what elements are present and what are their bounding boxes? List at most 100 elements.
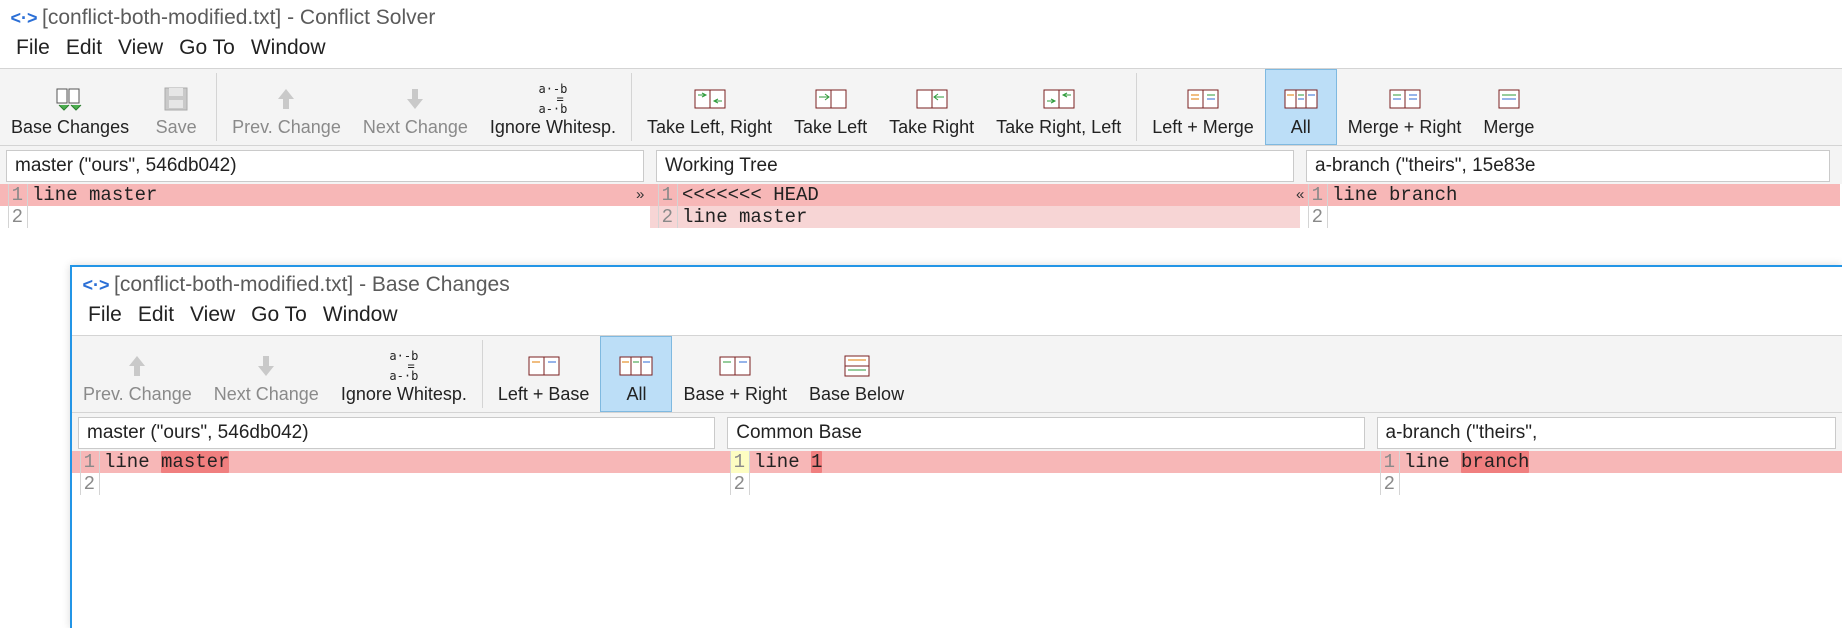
code-line[interactable]: line 1: [750, 451, 1372, 473]
menu-file[interactable]: File: [8, 34, 58, 62]
code-line[interactable]: line branch: [1328, 184, 1840, 206]
ignore-whitespace-button[interactable]: a·-b = a-·b Ignore Whitesp.: [479, 69, 627, 145]
base-below-icon: [844, 352, 870, 380]
code-line[interactable]: [1400, 473, 1842, 495]
take-right-left-icon: [1043, 85, 1075, 113]
base-right-icon: [719, 352, 751, 380]
save-button[interactable]: Save: [140, 69, 212, 145]
left-merge-button[interactable]: Left + Merge: [1141, 69, 1265, 145]
code-line[interactable]: <<<<<<< HEAD: [678, 184, 1300, 206]
base-changes-button[interactable]: Base Changes: [0, 69, 140, 145]
menu-goto[interactable]: Go To: [171, 34, 243, 62]
left-base-icon: [528, 352, 560, 380]
next-change-button[interactable]: Next Change: [352, 69, 479, 145]
toolbar: Base Changes Save Prev. Change N: [0, 68, 1842, 146]
take-right-arrow-icon[interactable]: »: [636, 186, 641, 203]
take-left-right-button[interactable]: Take Left, Right: [636, 69, 783, 145]
merge-right-icon: [1389, 85, 1421, 113]
pane-header-center[interactable]: Working Tree: [656, 150, 1294, 182]
merge-right-button[interactable]: Merge + Right: [1337, 69, 1473, 145]
line-number: 2: [1380, 473, 1400, 495]
editor-pane-right[interactable]: 1 line branch 2: [1300, 184, 1840, 228]
arrow-up-icon: [276, 85, 296, 113]
ignore-whitespace-icon: a·-b = a-·b: [389, 352, 418, 380]
base-changes-window: <·> [conflict-both-modified.txt] - Base …: [70, 265, 1842, 628]
code-line[interactable]: [1328, 206, 1840, 228]
line-number: 2: [1308, 206, 1328, 228]
diff-word: branch: [1461, 451, 1529, 473]
editor-row: 1 line master 2 » 1 <<<<<<< HEAD 2 line …: [0, 184, 1842, 232]
save-icon: [163, 85, 189, 113]
take-right-icon: [916, 85, 948, 113]
base-below-button[interactable]: Base Below: [798, 336, 915, 412]
prev-change-button[interactable]: Prev. Change: [221, 69, 352, 145]
toolbar: Prev. Change Next Change a·-b = a-·b Ign…: [72, 335, 1842, 413]
all-icon: [619, 352, 653, 380]
code-line[interactable]: line master: [28, 184, 650, 206]
pane-header-left[interactable]: master ("ours", 546db042): [6, 150, 644, 182]
arrow-down-icon: [256, 352, 276, 380]
menu-window[interactable]: Window: [315, 301, 406, 329]
menu-view[interactable]: View: [110, 34, 171, 62]
menu-edit[interactable]: Edit: [130, 301, 182, 329]
line-number: 1: [658, 184, 678, 206]
pane-headers: master ("ours", 546db042) Common Base a-…: [72, 413, 1842, 451]
menu-goto[interactable]: Go To: [243, 301, 315, 329]
all-icon: [1284, 85, 1318, 113]
merge-icon: [1498, 85, 1520, 113]
base-right-button[interactable]: Base + Right: [672, 336, 798, 412]
editor-pane-center[interactable]: 1 line 1 2: [722, 451, 1372, 495]
line-number: 1: [730, 451, 750, 473]
menu-view[interactable]: View: [182, 301, 243, 329]
separator: [631, 73, 632, 141]
pane-header-center[interactable]: Common Base: [727, 417, 1364, 449]
base-changes-icon: [55, 85, 85, 113]
line-number: 2: [658, 206, 678, 228]
code-line[interactable]: line master: [100, 451, 722, 473]
editor-pane-left[interactable]: 1 line master 2: [0, 184, 650, 228]
take-left-button[interactable]: Take Left: [783, 69, 878, 145]
left-base-button[interactable]: Left + Base: [487, 336, 601, 412]
left-merge-icon: [1187, 85, 1219, 113]
pane-headers: master ("ours", 546db042) Working Tree a…: [0, 146, 1842, 184]
merge-button[interactable]: Merge: [1472, 69, 1545, 145]
editor-pane-right[interactable]: 1 line branch 2: [1372, 451, 1842, 495]
editor-pane-left[interactable]: 1 line master 2: [72, 451, 722, 495]
line-number: 1: [1380, 451, 1400, 473]
separator: [482, 340, 483, 408]
take-right-left-button[interactable]: Take Right, Left: [985, 69, 1132, 145]
window-title: [conflict-both-modified.txt] - Conflict …: [42, 6, 435, 30]
pane-header-right[interactable]: a-branch ("theirs", 15e83e: [1306, 150, 1830, 182]
take-left-right-icon: [694, 85, 726, 113]
prev-change-button[interactable]: Prev. Change: [72, 336, 203, 412]
line-number: 1: [1308, 184, 1328, 206]
next-change-button[interactable]: Next Change: [203, 336, 330, 412]
editor-pane-center[interactable]: 1 <<<<<<< HEAD 2 line master: [650, 184, 1300, 228]
menu-edit[interactable]: Edit: [58, 34, 110, 62]
line-number: 1: [80, 451, 100, 473]
titlebar: <·> [conflict-both-modified.txt] - Base …: [72, 267, 1842, 299]
app-icon: <·>: [86, 275, 106, 295]
diff-word: 1: [811, 451, 822, 473]
menu-file[interactable]: File: [80, 301, 130, 329]
line-number: 2: [8, 206, 28, 228]
separator: [216, 73, 217, 141]
pane-header-left[interactable]: master ("ours", 546db042): [78, 417, 715, 449]
separator: [1136, 73, 1137, 141]
code-line[interactable]: [750, 473, 1372, 495]
code-line[interactable]: line branch: [1400, 451, 1842, 473]
take-right-button[interactable]: Take Right: [878, 69, 985, 145]
all-button[interactable]: All: [600, 336, 672, 412]
code-line[interactable]: line master: [678, 206, 1300, 228]
arrow-down-icon: [405, 85, 425, 113]
code-line[interactable]: [100, 473, 722, 495]
pane-header-right[interactable]: a-branch ("theirs",: [1377, 417, 1836, 449]
menubar: File Edit View Go To Window: [72, 299, 1842, 335]
ignore-whitespace-icon: a·-b = a-·b: [538, 85, 567, 113]
menu-window[interactable]: Window: [243, 34, 334, 62]
all-button[interactable]: All: [1265, 69, 1337, 145]
app-icon: <·>: [14, 8, 34, 28]
ignore-whitespace-button[interactable]: a·-b = a-·b Ignore Whitesp.: [330, 336, 478, 412]
take-left-arrow-icon[interactable]: «: [1296, 186, 1301, 203]
code-line[interactable]: [28, 206, 650, 228]
